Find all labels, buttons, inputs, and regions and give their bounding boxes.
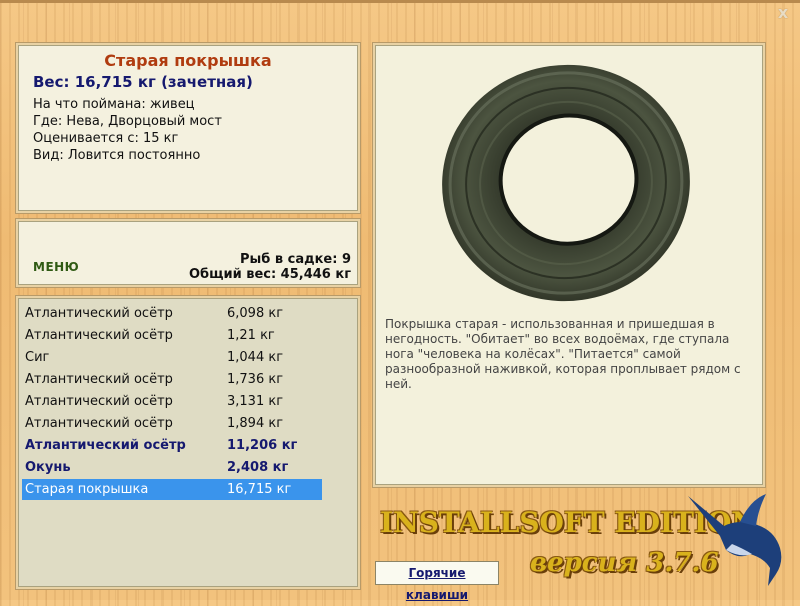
fish-name: Атлантический осётр [25,394,173,409]
list-item[interactable]: Атлантический осётр 1,21 кг [22,325,322,346]
catch-info-panel: Старая покрышка Вес: 16,715 кг (зачетная… [18,45,358,211]
catch-description: Покрышка старая - использованная и прише… [385,317,741,391]
tire-image [442,64,690,302]
keepnet-stats: Рыб в садке: 9 Общий вес: 45,446 кг [189,252,351,282]
fish-name: Сиг [25,350,50,365]
fish-weight: 6,098 кг [227,306,284,321]
catch-title: Старая покрышка [104,51,272,70]
list-item[interactable]: Атлантический осётр 1,894 кг [22,413,322,434]
fish-weight: 2,408 кг [227,460,289,475]
list-item-selected[interactable]: Старая покрышка 16,715 кг [22,479,322,500]
menu-button[interactable]: МЕНЮ [33,260,79,274]
fish-weight: 3,131 кг [227,394,284,409]
fish-weight: 16,715 кг [227,482,292,497]
list-item[interactable]: Атлантический осётр 6,098 кг [22,303,322,324]
list-item[interactable]: Атлантический осётр 1,736 кг [22,369,322,390]
catch-location: Где: Нева, Дворцовый мост [33,114,222,129]
fish-name: Атлантический осётр [25,438,186,453]
fish-weight: 1,21 кг [227,328,275,343]
catch-weight: Вес: 16,715 кг (зачетная) [33,73,253,91]
fish-name: Атлантический осётр [25,416,173,431]
catch-details: На что поймана: живец Где: Нева, Дворцов… [33,96,222,164]
fish-weight: 1,736 кг [227,372,284,387]
catch-valued: Оценивается с: 15 кг [33,131,179,146]
fish-name: Старая покрышка [25,482,149,497]
status-panel: МЕНЮ Рыб в садке: 9 Общий вес: 45,446 кг [18,221,358,285]
list-item-trophy[interactable]: Окунь 2,408 кг [22,457,322,478]
close-icon[interactable]: x [774,4,792,22]
fish-count: Рыб в садке: 9 [239,252,351,267]
fish-name: Окунь [25,460,71,475]
catch-bait: На что поймана: живец [33,97,195,112]
fish-weight: 11,206 кг [227,438,298,453]
fish-name: Атлантический осётр [25,306,173,321]
marlin-icon [688,494,782,586]
fish-name: Атлантический осётр [25,372,173,387]
total-weight: Общий вес: 45,446 кг [188,267,351,282]
list-item[interactable]: Сиг 1,044 кг [22,347,322,368]
hotkeys-button[interactable]: Горячие клавиши [375,561,499,602]
fish-name: Атлантический осётр [25,328,173,343]
list-item-trophy[interactable]: Атлантический осётр 11,206 кг [22,435,322,456]
catch-image-panel: Покрышка старая - использованная и прише… [375,45,763,485]
window-frame [0,0,800,3]
keepnet-list: Атлантический осётр 6,098 кг Атлантическ… [18,298,358,587]
catch-type: Вид: Ловится постоянно [33,148,201,163]
fish-weight: 1,044 кг [227,350,284,365]
fish-weight: 1,894 кг [227,416,284,431]
list-item[interactable]: Атлантический осётр 3,131 кг [22,391,322,412]
